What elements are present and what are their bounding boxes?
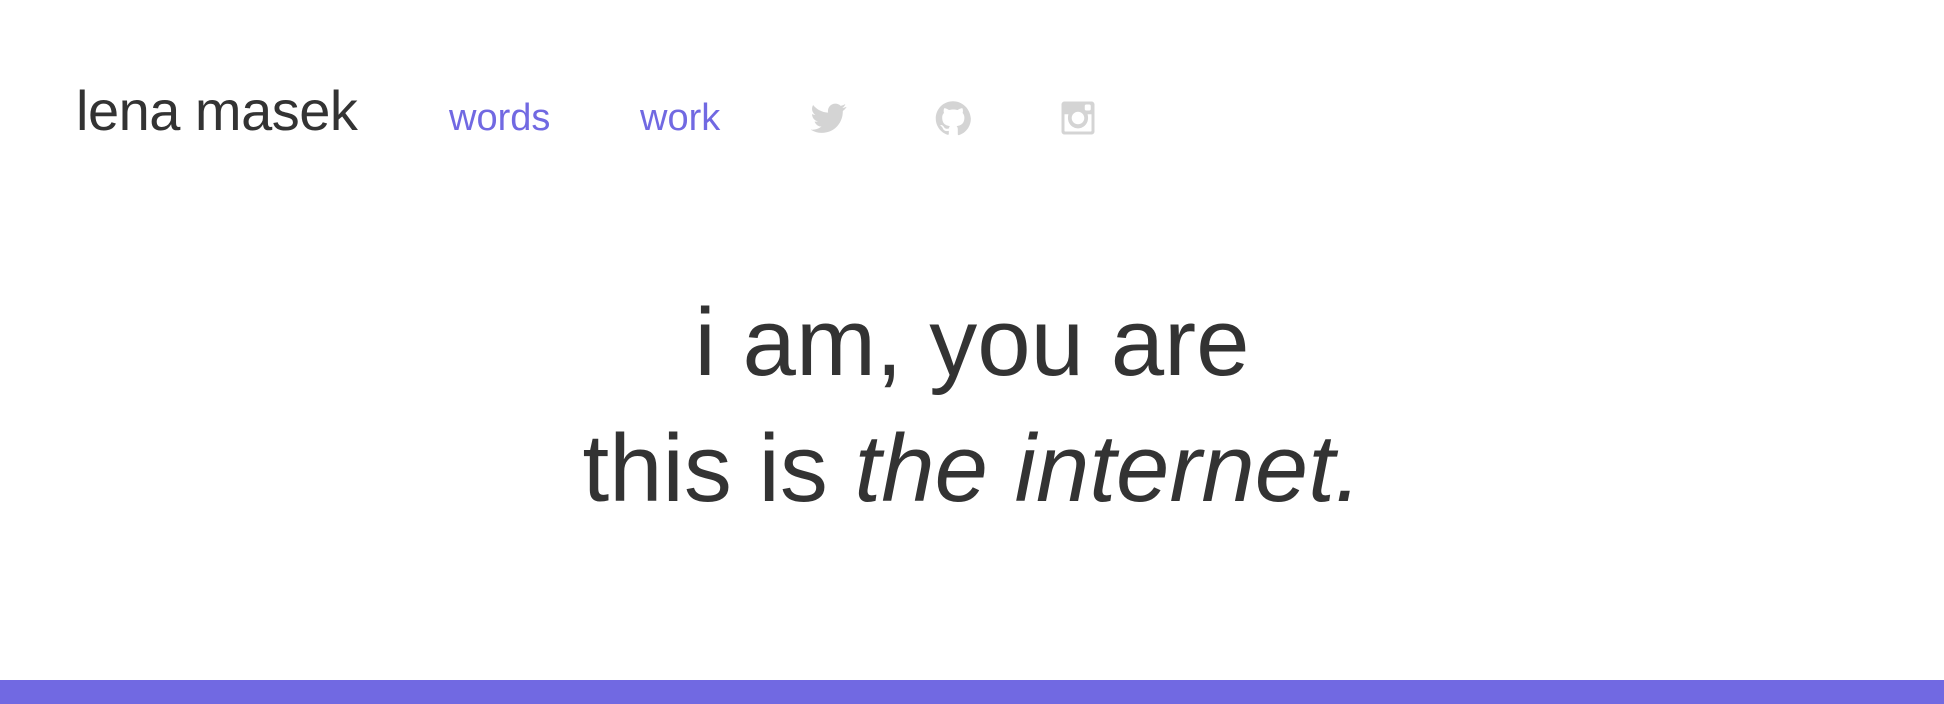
hero-tagline: i am, you are this is the internet. xyxy=(0,280,1944,532)
instagram-icon[interactable] xyxy=(1060,100,1096,136)
github-icon-glyph xyxy=(935,101,971,136)
nav-link-words[interactable]: words xyxy=(449,94,550,142)
hero-line-2-emphasis: the internet. xyxy=(854,415,1362,522)
instagram-icon-glyph xyxy=(1061,101,1095,135)
hero-line-2: this is the internet. xyxy=(0,406,1944,532)
hero-line-1: i am, you are xyxy=(694,289,1250,396)
twitter-icon-glyph xyxy=(811,103,847,133)
site-header: lena masek words work xyxy=(0,0,1944,160)
nav-link-work[interactable]: work xyxy=(640,94,720,142)
hero-line-2-prefix: this is xyxy=(582,415,855,522)
github-icon[interactable] xyxy=(935,100,971,136)
site-name-link[interactable]: lena masek xyxy=(76,76,358,146)
twitter-icon[interactable] xyxy=(811,100,847,136)
footer-accent-bar xyxy=(0,680,1944,704)
